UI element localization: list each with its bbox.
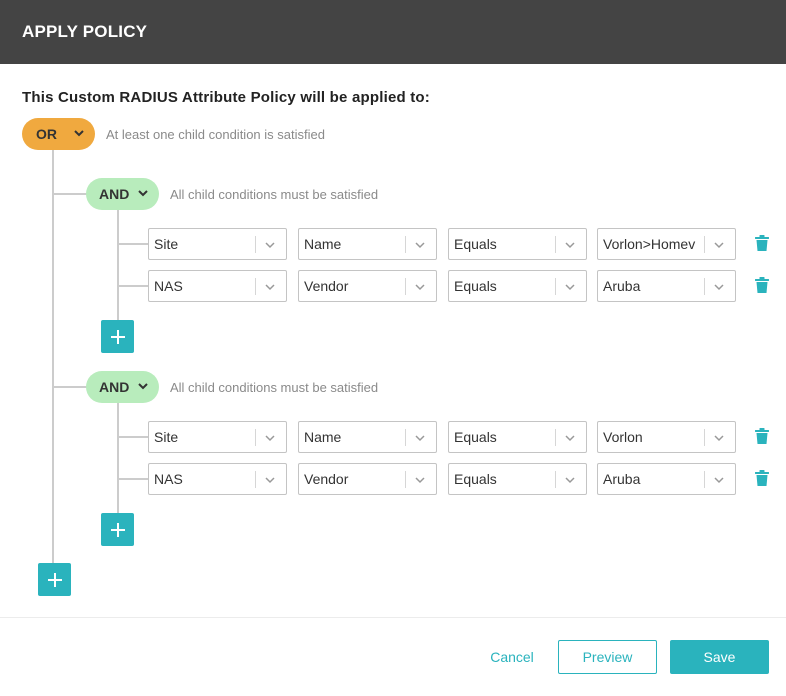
chevron-down-icon [73, 127, 85, 139]
add-condition-button[interactable] [101, 513, 134, 546]
add-condition-button[interactable] [101, 320, 134, 353]
attribute-value: Name [304, 429, 342, 445]
value-select[interactable]: Aruba [597, 270, 736, 302]
value-text: Vorlon [603, 429, 643, 445]
chevron-down-icon [564, 239, 576, 251]
attribute-select[interactable]: Vendor [298, 463, 437, 495]
group-2-branch-line [52, 386, 88, 388]
and-hint: All child conditions must be satisfied [170, 187, 379, 202]
group-2-condition-1-line [117, 436, 149, 438]
chevron-down-icon [264, 239, 276, 251]
and-operator-dropdown[interactable]: AND [86, 371, 159, 403]
and-operator-label: AND [99, 186, 130, 202]
preview-button[interactable]: Preview [558, 640, 657, 674]
operator-value: Equals [454, 429, 497, 445]
trash-icon[interactable] [755, 235, 769, 251]
footer-divider [0, 617, 786, 618]
chevron-down-icon [137, 187, 149, 199]
attribute-select[interactable]: Name [298, 228, 437, 260]
chevron-down-icon [713, 432, 725, 444]
operator-select[interactable]: Equals [448, 463, 587, 495]
cancel-button[interactable]: Cancel [478, 645, 546, 669]
chevron-down-icon [264, 474, 276, 486]
group-1-branch-line [52, 193, 88, 195]
attribute-value: Name [304, 236, 342, 252]
category-select[interactable]: NAS [148, 270, 287, 302]
trash-icon[interactable] [755, 277, 769, 293]
chevron-down-icon [264, 281, 276, 293]
plus-icon [48, 573, 62, 587]
trash-icon[interactable] [755, 470, 769, 486]
category-value: Site [154, 236, 179, 252]
root-tree-line [52, 150, 54, 566]
operator-select[interactable]: Equals [448, 270, 587, 302]
attribute-value: Vendor [304, 278, 349, 294]
value-text: Aruba [603, 278, 641, 294]
category-value: NAS [154, 278, 183, 294]
operator-select[interactable]: Equals [448, 421, 587, 453]
policy-subtitle: This Custom RADIUS Attribute Policy will… [22, 89, 430, 106]
operator-value: Equals [454, 236, 497, 252]
category-select[interactable]: NAS [148, 463, 287, 495]
value-select[interactable]: Vorlon [597, 421, 736, 453]
add-group-button[interactable] [38, 563, 71, 596]
plus-icon [111, 330, 125, 344]
trash-icon[interactable] [755, 428, 769, 444]
group-1-condition-1-line [117, 243, 149, 245]
chevron-down-icon [713, 239, 725, 251]
chevron-down-icon [414, 432, 426, 444]
value-text: Aruba [603, 471, 641, 487]
category-select[interactable]: Site [148, 228, 287, 260]
attribute-select[interactable]: Name [298, 421, 437, 453]
category-value: Site [154, 429, 179, 445]
group-2-condition-2-line [117, 478, 149, 480]
category-value: NAS [154, 471, 183, 487]
and-hint: All child conditions must be satisfied [170, 380, 379, 395]
or-operator-dropdown[interactable]: OR [22, 118, 95, 150]
and-operator-label: AND [99, 379, 130, 395]
or-hint: At least one child condition is satisfie… [106, 127, 325, 142]
chevron-down-icon [713, 281, 725, 293]
attribute-select[interactable]: Vendor [298, 270, 437, 302]
group-1-condition-2-line [117, 285, 149, 287]
chevron-down-icon [713, 474, 725, 486]
and-operator-dropdown[interactable]: AND [86, 178, 159, 210]
chevron-down-icon [414, 474, 426, 486]
value-select[interactable]: Vorlon>Homev [597, 228, 736, 260]
operator-value: Equals [454, 471, 497, 487]
dialog-title: APPLY POLICY [22, 22, 148, 41]
plus-icon [111, 523, 125, 537]
operator-select[interactable]: Equals [448, 228, 587, 260]
or-operator-label: OR [36, 126, 57, 142]
value-select[interactable]: Aruba [597, 463, 736, 495]
attribute-value: Vendor [304, 471, 349, 487]
chevron-down-icon [414, 281, 426, 293]
operator-value: Equals [454, 278, 497, 294]
category-select[interactable]: Site [148, 421, 287, 453]
group-2-tree-line [117, 401, 119, 513]
chevron-down-icon [564, 432, 576, 444]
chevron-down-icon [414, 239, 426, 251]
chevron-down-icon [564, 281, 576, 293]
chevron-down-icon [564, 474, 576, 486]
save-button[interactable]: Save [670, 640, 769, 674]
chevron-down-icon [264, 432, 276, 444]
chevron-down-icon [137, 380, 149, 392]
group-1-tree-line [117, 208, 119, 320]
value-text: Vorlon>Homev [603, 236, 696, 252]
dialog-header: APPLY POLICY [0, 0, 786, 64]
